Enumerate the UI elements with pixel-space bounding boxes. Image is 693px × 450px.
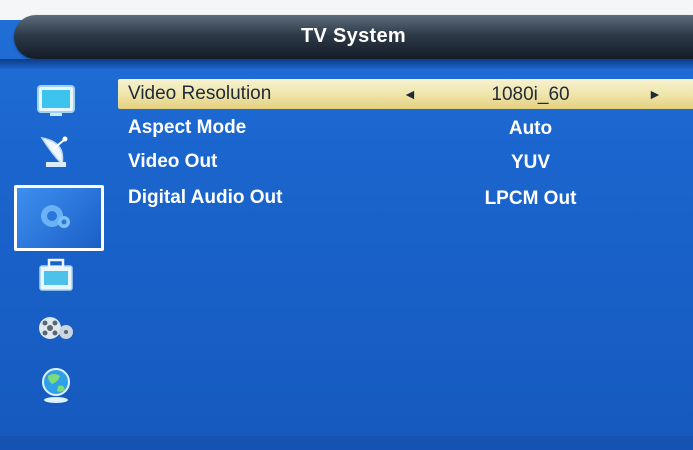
screen: TV System Video Resolution ◄ 1080i_60 ► … (0, 0, 693, 450)
arrow-left-icon[interactable]: ◄ (403, 86, 417, 102)
satellite-dish-icon[interactable] (32, 132, 80, 172)
arrow-right-icon[interactable]: ► (648, 86, 662, 102)
toolbox-icon[interactable] (32, 254, 80, 294)
setting-label: Video Resolution (128, 83, 272, 104)
sidebar-menu (14, 72, 104, 432)
setting-value: LPCM Out (484, 188, 577, 209)
title-bar: TV System (14, 15, 693, 59)
globe-icon[interactable] (32, 364, 80, 404)
page-title: TV System (301, 25, 406, 47)
tv-icon[interactable] (32, 80, 80, 120)
setting-row-aspect-mode[interactable]: Aspect Mode Auto (118, 113, 693, 143)
setting-label: Digital Audio Out (128, 187, 283, 208)
film-reel-icon[interactable] (32, 308, 80, 348)
setting-value: 1080i_60 (491, 84, 570, 105)
setting-row-video-resolution[interactable]: Video Resolution ◄ 1080i_60 ► (118, 79, 693, 109)
setting-value: YUV (510, 152, 551, 173)
setting-row-digital-audio-out[interactable]: Digital Audio Out LPCM Out (118, 183, 693, 213)
title-divider (0, 59, 693, 69)
setting-label: Video Out (128, 151, 218, 172)
setting-row-video-out[interactable]: Video Out YUV (118, 147, 693, 177)
bottom-band (0, 436, 693, 450)
setting-value: Auto (508, 118, 553, 139)
setting-label: Aspect Mode (128, 117, 247, 138)
gear-icon[interactable] (30, 196, 78, 236)
